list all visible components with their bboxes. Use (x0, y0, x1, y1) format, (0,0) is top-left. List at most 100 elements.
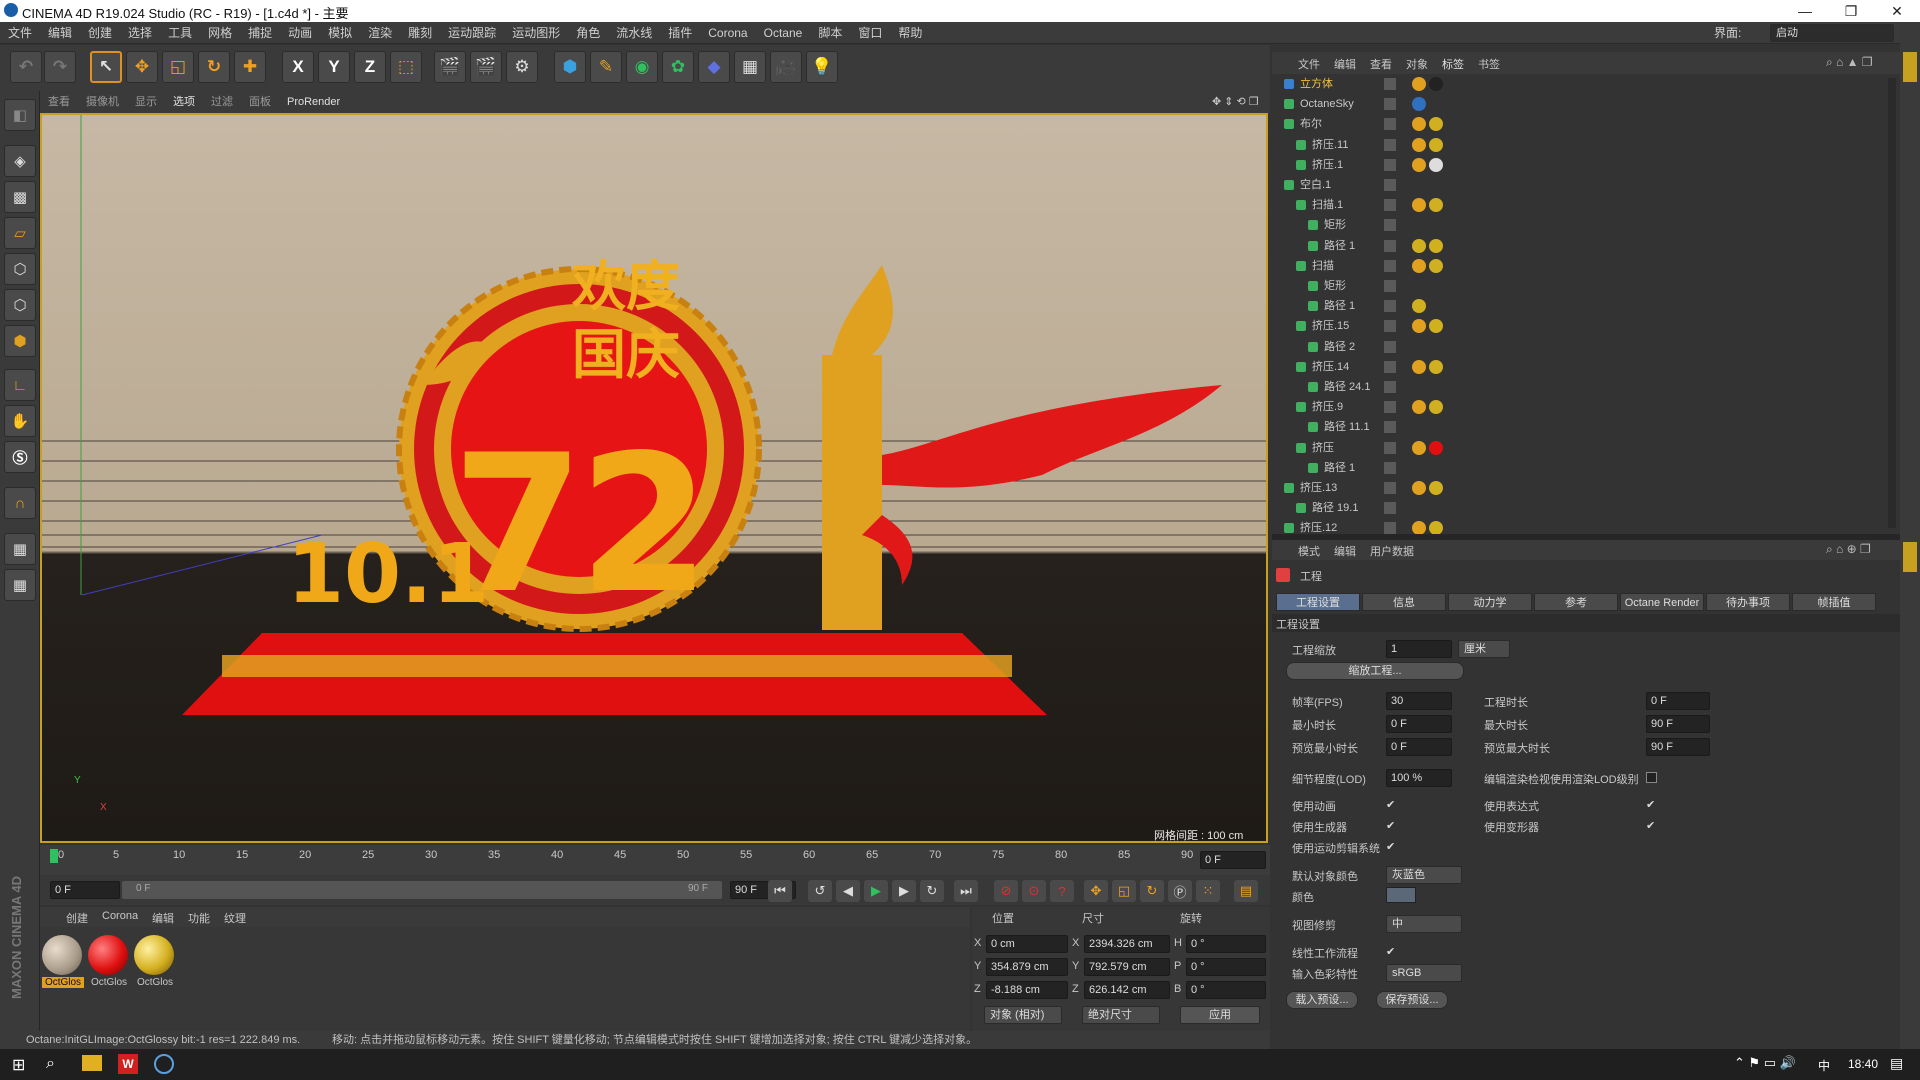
layout-select[interactable]: 启动 (1770, 24, 1894, 42)
default-color-select[interactable]: 灰蓝色 (1386, 866, 1462, 884)
add-tool-icon[interactable]: ✚ (234, 51, 266, 83)
object-row[interactable]: 挤压.13 (1272, 478, 1900, 498)
object-row[interactable]: 空白.1 (1272, 175, 1900, 195)
size-mode-select[interactable]: 绝对尺寸 (1082, 1006, 1160, 1024)
visibility-toggle[interactable] (1384, 158, 1396, 171)
menu-edit[interactable]: 编辑 (40, 22, 80, 44)
load-preset-button[interactable]: 载入预设... (1286, 991, 1358, 1009)
floor-icon[interactable]: ▦ (734, 51, 766, 83)
material-tag-icon[interactable] (1412, 198, 1426, 213)
object-row[interactable]: 挤压.9 (1272, 397, 1900, 417)
visibility-toggle[interactable] (1384, 401, 1396, 414)
menu-sculpt[interactable]: 雕刻 (400, 22, 440, 44)
coordinate-system-icon[interactable]: ⬚ (390, 51, 422, 83)
position-z-field[interactable]: -8.188 cm (986, 981, 1068, 999)
frame-range-slider[interactable]: 0 F 90 F (122, 881, 722, 899)
menu-render[interactable]: 渲染 (360, 22, 400, 44)
cinema4d-task-icon[interactable] (154, 1054, 174, 1074)
menu-corona[interactable]: Corona (700, 22, 755, 44)
view-clip-select[interactable]: 中 (1386, 915, 1462, 933)
visibility-toggle[interactable] (1384, 98, 1396, 111)
menu-motion-tracking[interactable]: 运动跟踪 (440, 22, 504, 44)
material-menu-create[interactable]: 创建 (66, 910, 88, 926)
om-menu-tags[interactable]: 标签 (1442, 56, 1464, 72)
material-tag-icon[interactable] (1412, 299, 1426, 314)
minimize-button[interactable]: — (1782, 0, 1828, 22)
clock[interactable]: 18:40 (1848, 1057, 1878, 1071)
tab-dynamics[interactable]: 动力学 (1448, 593, 1532, 611)
visibility-toggle[interactable] (1384, 118, 1396, 131)
x-axis-lock-button[interactable]: X (282, 51, 314, 83)
deformer-icon[interactable]: ◆ (698, 51, 730, 83)
object-row[interactable]: 路径 1 (1272, 236, 1900, 256)
object-row[interactable]: OctaneSky (1272, 94, 1900, 114)
redo-icon[interactable]: ↷ (44, 51, 76, 83)
visibility-toggle[interactable] (1384, 179, 1396, 191)
coord-mode-select[interactable]: 对象 (相对) (984, 1006, 1062, 1024)
material-tag-icon[interactable] (1429, 440, 1443, 455)
object-row[interactable]: 路径 2 (1272, 337, 1900, 357)
right-dock-strip[interactable] (1900, 22, 1920, 1049)
3d-viewport[interactable]: 欢度 国庆 72 10.1 Y X 网格间距 : 100 cm (40, 113, 1268, 843)
object-row[interactable]: 扫描 (1272, 256, 1900, 276)
rotation-h-field[interactable]: 0 ° (1186, 935, 1266, 953)
tab-octane-render[interactable]: Octane Render (1620, 593, 1704, 611)
visibility-toggle[interactable] (1384, 219, 1396, 232)
object-row[interactable]: 路径 1 (1272, 296, 1900, 316)
material-tag-icon[interactable] (1429, 258, 1443, 273)
windows-start-icon[interactable]: ⊞ (12, 1055, 25, 1075)
object-row[interactable]: 路径 19.1 (1272, 498, 1900, 518)
menu-mesh[interactable]: 网格 (200, 22, 240, 44)
save-preset-button[interactable]: 保存预设... (1376, 991, 1448, 1009)
object-list-scrollbar[interactable] (1888, 78, 1896, 528)
object-row[interactable]: 挤压.15 (1272, 316, 1900, 336)
cube-icon[interactable]: ⬢ (554, 51, 586, 83)
min-time-field[interactable]: 0 F (1386, 715, 1452, 733)
next-frame-icon[interactable]: ▶ (892, 880, 916, 902)
preview-max-field[interactable]: 90 F (1646, 738, 1710, 756)
preview-min-field[interactable]: 0 F (1386, 738, 1452, 756)
make-editable-icon[interactable]: ◧ (4, 99, 36, 131)
size-x-field[interactable]: 2394.326 cm (1084, 935, 1170, 953)
rotation-p-field[interactable]: 0 ° (1186, 958, 1266, 976)
project-scale-unit-select[interactable]: 厘米 (1458, 640, 1510, 658)
start-frame-field[interactable]: 0 F (50, 881, 120, 899)
lod-render-checkbox[interactable] (1646, 772, 1657, 783)
visibility-toggle[interactable] (1384, 482, 1396, 494)
points-mode-icon[interactable]: ⬡ (4, 253, 36, 285)
visibility-toggle[interactable] (1384, 78, 1396, 90)
object-row[interactable]: 扫描.1 (1272, 195, 1900, 215)
attr-search-icon[interactable]: ⌕ ⌂ ⊕ ❐ (1826, 542, 1871, 557)
project-scale-field[interactable]: 1 (1386, 640, 1452, 658)
ime-indicator[interactable]: 中 (1818, 1057, 1830, 1074)
next-key-icon[interactable]: ↻ (920, 880, 944, 902)
material-tag-icon[interactable] (1412, 97, 1426, 112)
material-menu-texture[interactable]: 纹理 (224, 910, 246, 926)
viewport-menu-options[interactable]: 选项 (165, 91, 203, 113)
tab-reference[interactable]: 参考 (1534, 593, 1618, 611)
menu-snap[interactable]: 捕捉 (240, 22, 280, 44)
tab-info[interactable]: 信息 (1362, 593, 1446, 611)
restore-button[interactable]: ❐ (1828, 0, 1874, 22)
rotate-tool-icon[interactable]: ↻ (198, 51, 230, 83)
render-settings-icon[interactable]: ⚙ (506, 51, 538, 83)
light-icon[interactable]: 💡 (806, 51, 838, 83)
material-tag-icon[interactable] (1429, 238, 1443, 253)
use-motion-clip-checkbox[interactable]: ✔ (1386, 841, 1398, 853)
object-row[interactable]: 挤压.11 (1272, 135, 1900, 155)
object-row[interactable]: 布尔 (1272, 114, 1900, 134)
object-row[interactable]: 挤压 (1272, 438, 1900, 458)
use-animation-checkbox[interactable]: ✔ (1386, 799, 1398, 811)
visibility-toggle[interactable] (1384, 421, 1396, 434)
size-z-field[interactable]: 626.142 cm (1084, 981, 1170, 999)
material-tag-icon[interactable] (1412, 319, 1426, 334)
material-tag-icon[interactable] (1412, 117, 1426, 132)
menu-simulate[interactable]: 模拟 (320, 22, 360, 44)
material-tag-icon[interactable] (1429, 198, 1443, 213)
viewport-menu-filter[interactable]: 过滤 (203, 91, 241, 113)
menu-window[interactable]: 窗口 (850, 22, 890, 44)
use-expressions-checkbox[interactable]: ✔ (1646, 799, 1658, 811)
max-time-field[interactable]: 90 F (1646, 715, 1710, 733)
viewport-menu-display[interactable]: 显示 (127, 91, 165, 113)
tab-todo[interactable]: 待办事项 (1706, 593, 1790, 611)
